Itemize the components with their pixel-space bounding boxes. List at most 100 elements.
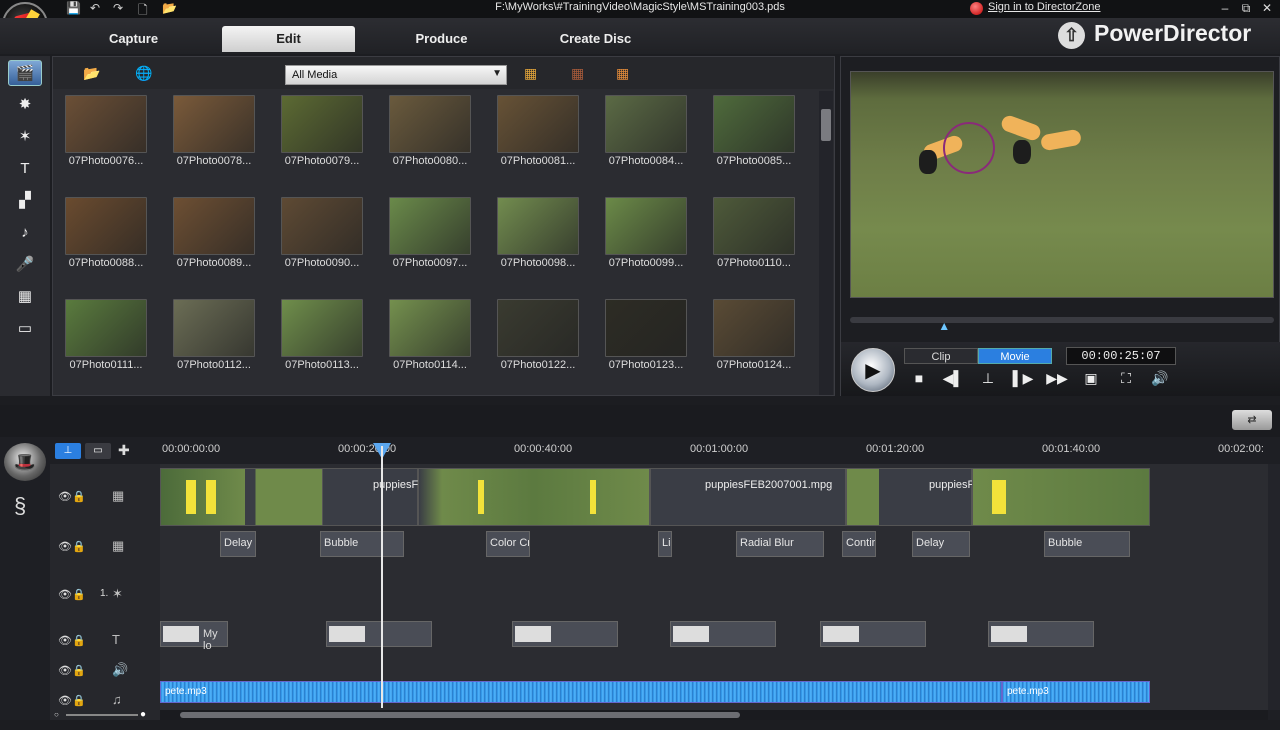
play-button[interactable]: ▶: [851, 348, 895, 392]
media-thumbnail[interactable]: [389, 197, 471, 255]
media-thumbnail[interactable]: [605, 299, 687, 357]
chapter-room-icon[interactable]: ▦: [8, 284, 42, 310]
timeline-vscrollbar[interactable]: [1268, 464, 1280, 710]
effect-room-icon[interactable]: ✸: [8, 92, 42, 118]
media-thumbnail[interactable]: [173, 95, 255, 153]
storyboard-view-button[interactable]: ▭: [85, 443, 111, 459]
signin-link[interactable]: Sign in to DirectorZone: [988, 1, 1101, 13]
eye-icon[interactable]: 👁🔒: [58, 694, 86, 707]
voiceover-icon[interactable]: 🎤: [8, 252, 42, 278]
eye-icon[interactable]: 👁🔒: [58, 664, 86, 677]
media-thumbnail[interactable]: [281, 197, 363, 255]
media-thumbnail[interactable]: [389, 299, 471, 357]
effect-clip[interactable]: Delay: [220, 531, 256, 557]
title-room-icon[interactable]: T: [8, 156, 42, 182]
eye-icon[interactable]: 👁🔒: [58, 540, 86, 553]
maximize-button[interactable]: ⧉: [1237, 1, 1255, 16]
movie-mode-button[interactable]: Movie: [978, 348, 1052, 364]
clip-mode-button[interactable]: Clip: [904, 348, 978, 364]
video-clip[interactable]: [418, 468, 650, 526]
title-clip[interactable]: [820, 621, 926, 647]
tab-create-disc[interactable]: Create Disc: [529, 26, 662, 52]
subtitle-room-icon[interactable]: ▭: [8, 316, 42, 342]
media-thumbnail[interactable]: [173, 299, 255, 357]
close-button[interactable]: ✕: [1258, 1, 1276, 15]
timeline-view-button[interactable]: ⊥: [55, 443, 81, 459]
media-caption: 07Photo0090...: [284, 257, 360, 269]
media-thumbnail[interactable]: [713, 95, 795, 153]
media-filter-select[interactable]: All Media ▼: [285, 65, 507, 85]
scrubber-handle[interactable]: ▲: [938, 319, 950, 333]
library-scrollbar[interactable]: [819, 91, 833, 395]
tab-capture[interactable]: Capture: [67, 26, 200, 52]
media-thumbnail[interactable]: [497, 299, 579, 357]
ruler-tick: 00:01:20:00: [866, 443, 925, 455]
timecode-display[interactable]: 00:00:25:07: [1066, 347, 1176, 365]
effect-clip[interactable]: Bubble: [1044, 531, 1130, 557]
video-clip[interactable]: puppiesFEB2007001.mpg: [650, 468, 846, 526]
audio-clip[interactable]: pete.mp3: [1002, 681, 1150, 703]
media-thumbnail[interactable]: [605, 197, 687, 255]
media-thumbnail[interactable]: [281, 95, 363, 153]
effect-clip[interactable]: Delay: [912, 531, 970, 557]
media-thumbnail[interactable]: [65, 95, 147, 153]
title-clip[interactable]: [326, 621, 432, 647]
media-thumbnail[interactable]: [713, 299, 795, 357]
download-media-icon[interactable]: 🌐: [135, 65, 152, 82]
video-clip[interactable]: puppiesF: [322, 468, 418, 526]
magic-wizard-icon[interactable]: 🎩: [4, 443, 46, 481]
time-ruler[interactable]: 00:00:00:00 00:00:20:00 00:00:40:00 00:0…: [160, 437, 1268, 465]
media-thumbnail[interactable]: [173, 197, 255, 255]
title-clip[interactable]: [670, 621, 776, 647]
eye-icon[interactable]: 👁🔒: [58, 634, 86, 647]
video-clip[interactable]: puppiesF: [846, 468, 974, 526]
media-thumbnail[interactable]: [65, 197, 147, 255]
import-media-icon[interactable]: 📂: [83, 65, 100, 82]
overwrite-track-icon[interactable]: ▦: [571, 65, 584, 82]
previous-frame-icon[interactable]: ◀▌: [941, 370, 965, 387]
media-thumbnail[interactable]: [281, 299, 363, 357]
tab-produce[interactable]: Produce: [375, 26, 508, 52]
fast-forward-icon[interactable]: ▶▶: [1045, 370, 1069, 387]
media-room-icon[interactable]: 🎬: [8, 60, 42, 86]
media-thumbnail[interactable]: [389, 95, 471, 153]
ruler-tick: 00:00:40:00: [514, 443, 573, 455]
eye-icon[interactable]: 👁🔒: [58, 588, 86, 601]
tab-edit[interactable]: Edit: [222, 26, 355, 52]
title-clip[interactable]: [512, 621, 618, 647]
stop-icon[interactable]: ■: [907, 370, 931, 386]
pip-room-icon[interactable]: ✶: [8, 124, 42, 150]
media-thumbnail[interactable]: [497, 95, 579, 153]
snapshot-icon[interactable]: ▣: [1079, 370, 1103, 387]
title-clip[interactable]: [988, 621, 1094, 647]
effect-clip[interactable]: Color Cra: [486, 531, 530, 557]
preview-scrubber[interactable]: [850, 317, 1274, 323]
media-thumbnail[interactable]: [713, 197, 795, 255]
title-clip[interactable]: My lo: [160, 621, 228, 652]
audio-clip[interactable]: pete.mp3: [160, 681, 1002, 703]
media-thumbnail[interactable]: [605, 95, 687, 153]
magic-style-icon[interactable]: §: [14, 493, 26, 519]
effect-clip[interactable]: Lig: [658, 531, 672, 557]
eye-icon[interactable]: 👁🔒: [58, 490, 86, 503]
effect-clip[interactable]: Contir: [842, 531, 876, 557]
timeline-hscrollbar[interactable]: [160, 710, 1268, 720]
view-toggle-button[interactable]: ⇄: [1232, 410, 1272, 430]
track-manager-icon[interactable]: ✚: [118, 442, 130, 459]
add-to-storyboard-icon[interactable]: ▦: [616, 65, 629, 82]
fullscreen-icon[interactable]: ⛶: [1114, 370, 1138, 387]
transition-room-icon[interactable]: ▞: [8, 188, 42, 214]
playhead[interactable]: [381, 446, 383, 708]
zoom-slider[interactable]: ○ ●: [54, 709, 154, 720]
minimize-button[interactable]: –: [1216, 1, 1234, 15]
media-thumbnail[interactable]: [65, 299, 147, 357]
insert-to-track-icon[interactable]: ▦: [524, 65, 537, 82]
effect-clip[interactable]: Radial Blur: [736, 531, 824, 557]
split-icon[interactable]: ⊥: [976, 370, 1000, 387]
media-caption: 07Photo0097...: [392, 257, 468, 269]
media-thumbnail[interactable]: [497, 197, 579, 255]
effect-clip[interactable]: Bubble: [320, 531, 404, 557]
next-frame-icon[interactable]: ▌▶: [1011, 370, 1035, 387]
audio-mixing-icon[interactable]: ♪: [8, 220, 42, 246]
volume-icon[interactable]: 🔊: [1148, 370, 1172, 387]
